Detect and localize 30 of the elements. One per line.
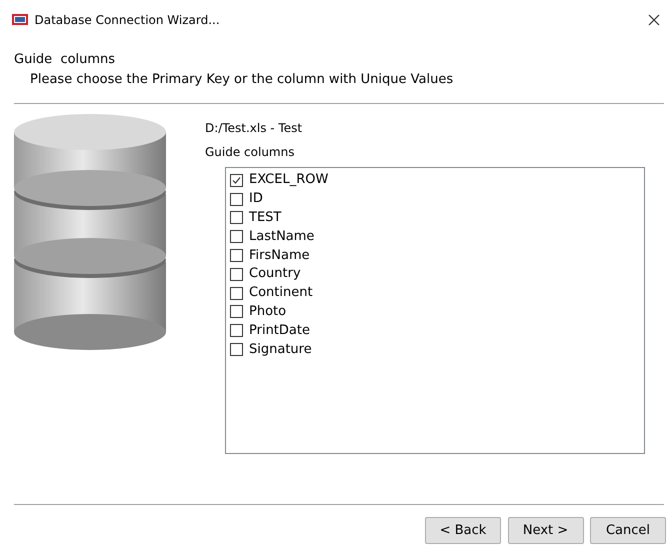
- column-name[interactable]: Signature: [249, 340, 312, 359]
- column-name[interactable]: PrintDate: [249, 322, 310, 340]
- checkbox[interactable]: [230, 343, 243, 356]
- column-name[interactable]: TEST: [249, 208, 282, 227]
- close-icon[interactable]: [648, 14, 660, 26]
- checkbox[interactable]: [230, 230, 243, 244]
- column-name[interactable]: Country: [249, 265, 301, 284]
- column-name[interactable]: EXCEL_ROW: [249, 171, 328, 190]
- wizard-button[interactable]: Cancel: [590, 517, 666, 544]
- checkbox[interactable]: [230, 286, 243, 300]
- checkbox[interactable]: [230, 324, 243, 338]
- wizard-button[interactable]: < Back: [425, 517, 501, 544]
- page-subtitle: Please choose the Primary Key or the column with Unique Values: [29, 70, 454, 88]
- column-name[interactable]: ID: [249, 190, 263, 208]
- list-label: Guide columns: [205, 144, 296, 161]
- column-name[interactable]: Photo: [249, 302, 286, 321]
- column-name[interactable]: Continent: [249, 284, 313, 302]
- wizard-button[interactable]: Next >: [508, 517, 584, 544]
- source-label: D:/Test.xls - Test: [205, 120, 304, 136]
- checkbox[interactable]: [230, 249, 243, 262]
- checkbox[interactable]: [230, 305, 243, 318]
- window-title: Database Connection Wizard...: [34, 12, 220, 29]
- column-name[interactable]: LastName: [249, 228, 314, 246]
- checkbox[interactable]: [230, 211, 243, 224]
- checkbox[interactable]: [230, 268, 243, 281]
- column-name[interactable]: FirsName: [249, 246, 310, 265]
- checked-checkbox[interactable]: [230, 174, 243, 187]
- app-icon: [12, 14, 28, 26]
- page-title: Guide columns: [14, 51, 116, 69]
- checkbox[interactable]: [230, 192, 243, 206]
